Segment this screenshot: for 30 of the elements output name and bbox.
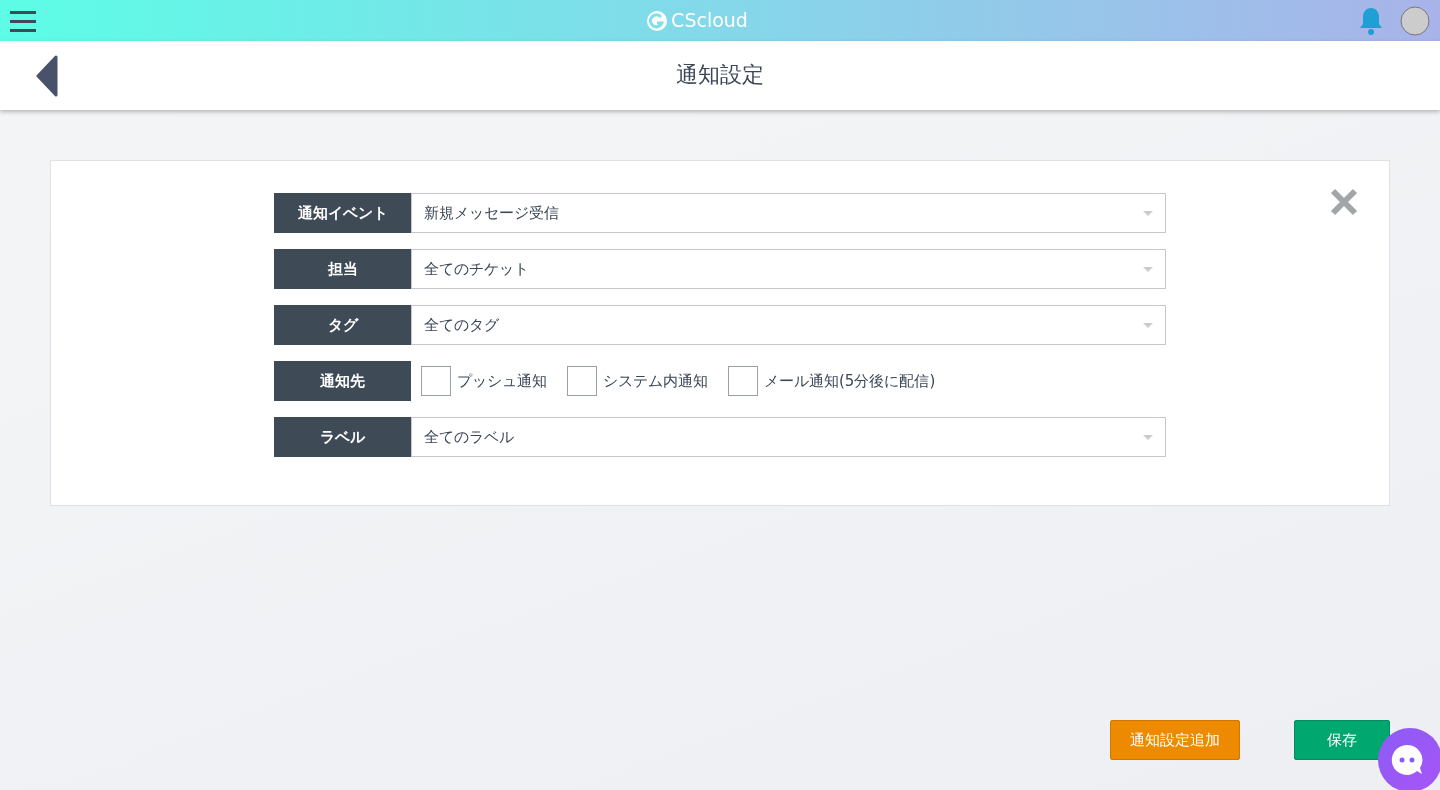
field-label: 通知先 [274, 361, 411, 401]
select-field[interactable]: 全てのタグ [411, 305, 1166, 345]
checkbox[interactable] [421, 366, 451, 396]
select-field[interactable]: 全てのラベル [411, 417, 1166, 457]
field-label: ラベル [274, 417, 411, 457]
close-button[interactable] [1329, 187, 1359, 217]
menu-icon[interactable] [10, 8, 36, 33]
checkbox-label: システム内通知 [603, 370, 708, 392]
checkbox[interactable] [567, 366, 597, 396]
bell-icon[interactable] [1358, 5, 1384, 36]
caret-icon [1143, 266, 1153, 272]
field-label: 担当 [274, 249, 411, 289]
checkbox[interactable] [728, 366, 758, 396]
checkbox-label: メール通知(5分後に配信) [764, 370, 936, 392]
close-icon [1329, 187, 1359, 217]
caret-icon [1143, 210, 1153, 216]
select-field[interactable]: 新規メッセージ受信 [411, 193, 1166, 233]
select-field[interactable]: 全てのチケット [411, 249, 1166, 289]
caret-icon [1143, 434, 1153, 440]
caret-icon [1143, 322, 1153, 328]
back-icon [34, 55, 58, 97]
logo-icon [646, 9, 669, 32]
avatar-icon[interactable] [1400, 5, 1430, 36]
back-button[interactable] [34, 55, 58, 97]
field-label: タグ [274, 305, 411, 345]
checkbox-label: プッシュ通知 [457, 370, 547, 392]
page-title: 通知設定 [676, 62, 764, 89]
logo-text: CScloud [671, 8, 748, 34]
chat-icon [1389, 742, 1425, 778]
field-label: 通知イベント [274, 193, 411, 233]
